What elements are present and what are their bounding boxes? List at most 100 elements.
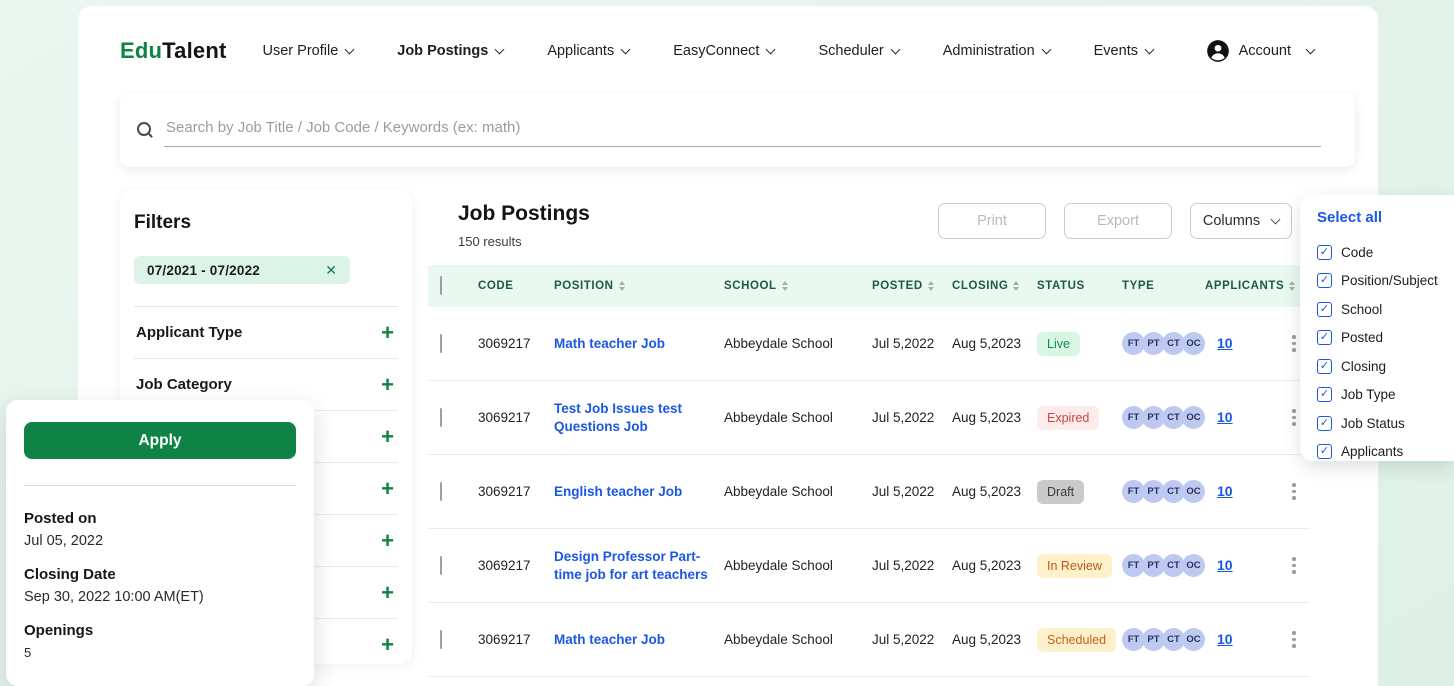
row-menu-icon[interactable] [1288, 627, 1300, 652]
date-range-chip[interactable]: 07/2021 - 07/2022 ✕ [134, 256, 350, 284]
remove-filter-icon[interactable]: ✕ [325, 263, 337, 277]
chevron-down-icon [1306, 44, 1316, 54]
row-menu-icon[interactable] [1288, 553, 1300, 578]
table-row: 3069217 English teacher Job Abbeydale Sc… [428, 455, 1310, 529]
expand-section-icon[interactable]: + [381, 530, 394, 552]
nav-item-events[interactable]: Events [1094, 43, 1153, 59]
applicants-link[interactable]: 10 [1217, 335, 1233, 351]
nav-item-label: User Profile [263, 43, 339, 59]
job-type-chips: FTPTCTOC [1122, 628, 1205, 651]
job-type-chips: FTPTCTOC [1122, 480, 1205, 503]
position-link[interactable]: Math teacher Job [554, 336, 679, 351]
row-menu-icon[interactable] [1288, 405, 1300, 430]
column-option-closing: ✓ Closing [1317, 352, 1444, 381]
checkbox-checked-icon[interactable]: ✓ [1317, 302, 1332, 317]
checkbox-checked-icon[interactable]: ✓ [1317, 359, 1332, 374]
posted-cell: Jul 5,2022 [872, 558, 952, 573]
checkbox-checked-icon[interactable]: ✓ [1317, 444, 1332, 459]
sort-icon[interactable] [782, 281, 788, 291]
sort-icon[interactable] [1013, 281, 1019, 291]
job-type-chip: OC [1182, 480, 1205, 503]
column-option-label: Closing [1341, 359, 1386, 374]
expand-section-icon[interactable]: + [381, 374, 394, 396]
nav-item-job-postings[interactable]: Job Postings [397, 43, 503, 59]
column-header-school[interactable]: SCHOOL [724, 280, 872, 292]
school-cell: Abbeydale School [724, 632, 872, 647]
checkbox-checked-icon[interactable]: ✓ [1317, 245, 1332, 260]
sort-icon[interactable] [619, 281, 625, 291]
export-button[interactable]: Export [1064, 203, 1172, 239]
openings-label: Openings [24, 622, 296, 639]
posted-on-label: Posted on [24, 510, 296, 527]
expand-section-icon[interactable]: + [381, 322, 394, 344]
checkbox-checked-icon[interactable]: ✓ [1317, 330, 1332, 345]
expand-section-icon[interactable]: + [381, 634, 394, 656]
nav-item-easyconnect[interactable]: EasyConnect [673, 43, 774, 59]
column-header-applicants[interactable]: APPLICANTS [1205, 280, 1278, 292]
openings-value: 5 [24, 645, 296, 660]
sort-icon[interactable] [928, 281, 934, 291]
applicants-link[interactable]: 10 [1217, 409, 1233, 425]
row-checkbox[interactable] [440, 408, 442, 427]
column-option-label: Applicants [1341, 444, 1403, 459]
print-button[interactable]: Print [938, 203, 1046, 239]
search-input[interactable] [164, 113, 1321, 147]
posted-cell: Jul 5,2022 [872, 632, 952, 647]
nav-item-label: Events [1094, 43, 1138, 59]
search-icon [136, 121, 154, 139]
column-header-position[interactable]: POSITION [554, 280, 724, 292]
expand-section-icon[interactable]: + [381, 426, 394, 448]
applicants-link[interactable]: 10 [1217, 483, 1233, 499]
sort-icon[interactable] [1289, 281, 1295, 291]
position-link[interactable]: Design Professor Part-time job for art t… [554, 549, 722, 582]
chevron-down-icon [890, 44, 900, 54]
column-option-position-subject: ✓ Position/Subject [1317, 267, 1444, 296]
select-all-rows-checkbox[interactable] [440, 276, 442, 295]
nav-item-administration[interactable]: Administration [943, 43, 1050, 59]
position-link[interactable]: English teacher Job [554, 484, 696, 499]
nav-item-label: Scheduler [818, 43, 883, 59]
row-menu-icon[interactable] [1288, 479, 1300, 504]
checkbox-checked-icon[interactable]: ✓ [1317, 273, 1332, 288]
applicants-link[interactable]: 10 [1217, 557, 1233, 573]
chevron-down-icon [1271, 214, 1281, 224]
column-option-label: Position/Subject [1341, 273, 1438, 288]
checkbox-checked-icon[interactable]: ✓ [1317, 387, 1332, 402]
table-row: 3069217 Test Job Issues test Questions J… [428, 381, 1310, 455]
row-menu-icon[interactable] [1288, 331, 1300, 356]
column-option-label: Posted [1341, 330, 1383, 345]
select-all-link[interactable]: Select all [1317, 209, 1444, 226]
column-header-label: POSTED [872, 280, 923, 292]
nav-item-applicants[interactable]: Applicants [547, 43, 629, 59]
nav-item-user-profile[interactable]: User Profile [263, 43, 354, 59]
row-checkbox[interactable] [440, 334, 442, 353]
row-checkbox[interactable] [440, 556, 442, 575]
apply-button[interactable]: Apply [24, 422, 296, 459]
expand-section-icon[interactable]: + [381, 478, 394, 500]
row-checkbox[interactable] [440, 630, 442, 649]
column-option-label: Job Type [1341, 387, 1396, 402]
position-link[interactable]: Test Job Issues test Questions Job [554, 401, 682, 434]
column-header-type: TYPE [1122, 280, 1205, 292]
column-header-closing[interactable]: CLOSING [952, 280, 1037, 292]
chevron-down-icon [621, 44, 631, 54]
closing-cell: Aug 5,2023 [952, 484, 1037, 499]
results-count: 150 results [458, 234, 522, 249]
status-badge: Live [1037, 332, 1080, 356]
account-menu[interactable]: Account [1205, 38, 1314, 64]
expand-section-icon[interactable]: + [381, 582, 394, 604]
code-cell: 3069217 [478, 484, 554, 499]
columns-button[interactable]: Columns [1190, 203, 1292, 239]
filter-section-label: Applicant Type [136, 324, 242, 341]
nav-item-scheduler[interactable]: Scheduler [818, 43, 898, 59]
position-link[interactable]: Math teacher Job [554, 632, 679, 647]
chevron-down-icon [1041, 44, 1051, 54]
column-option-code: ✓Code [1317, 238, 1444, 267]
checkbox-checked-icon[interactable]: ✓ [1317, 416, 1332, 431]
column-header-label: POSITION [554, 280, 614, 292]
logo[interactable]: EduTalent [120, 38, 227, 64]
applicants-link[interactable]: 10 [1217, 631, 1233, 647]
row-checkbox[interactable] [440, 482, 442, 501]
job-type-chip: OC [1182, 332, 1205, 355]
column-header-posted[interactable]: POSTED [872, 280, 952, 292]
